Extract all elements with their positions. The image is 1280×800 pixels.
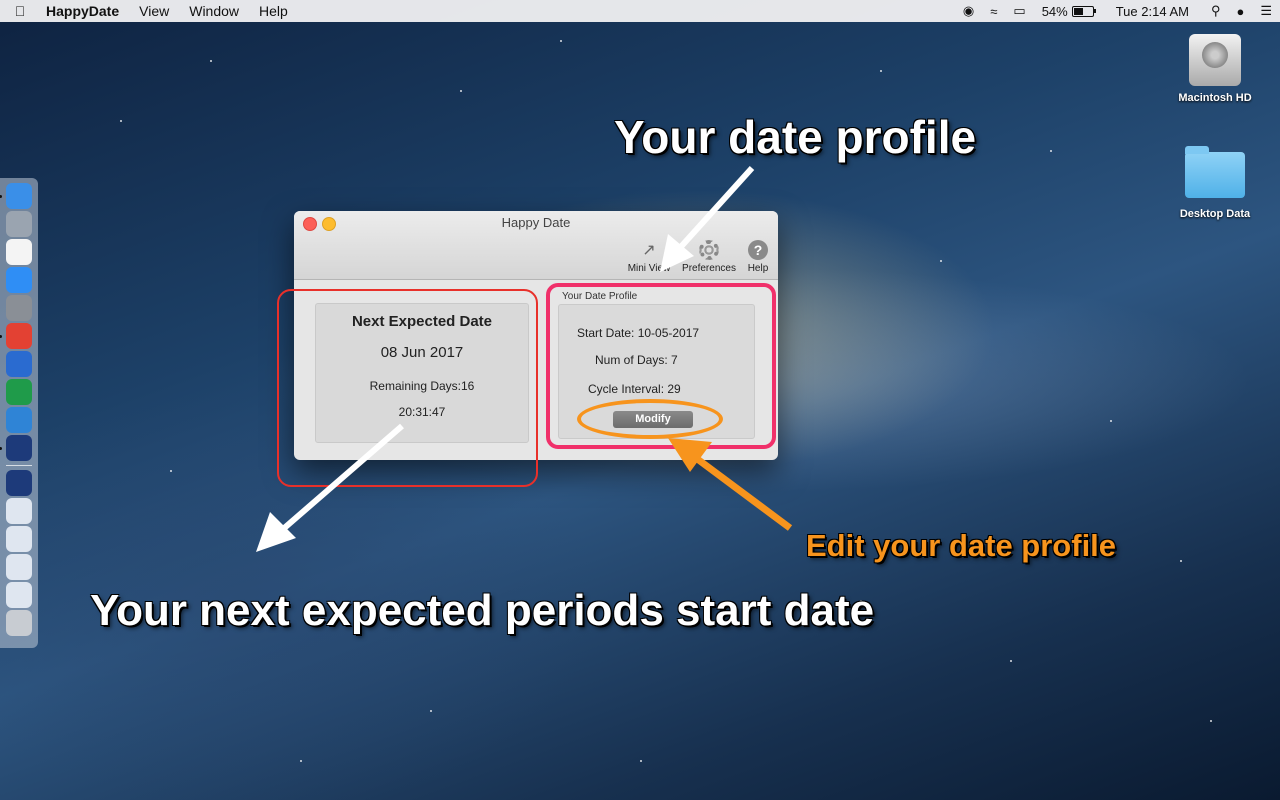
profile-callout: Your date profile [614,111,977,163]
arrow-to-next-date [256,423,404,552]
next-date-callout: Your next expected periods start date [90,586,875,635]
arrow-to-modify [668,438,793,531]
arrow-to-profile [660,165,755,272]
edit-callout: Edit your date profile [806,528,1117,563]
